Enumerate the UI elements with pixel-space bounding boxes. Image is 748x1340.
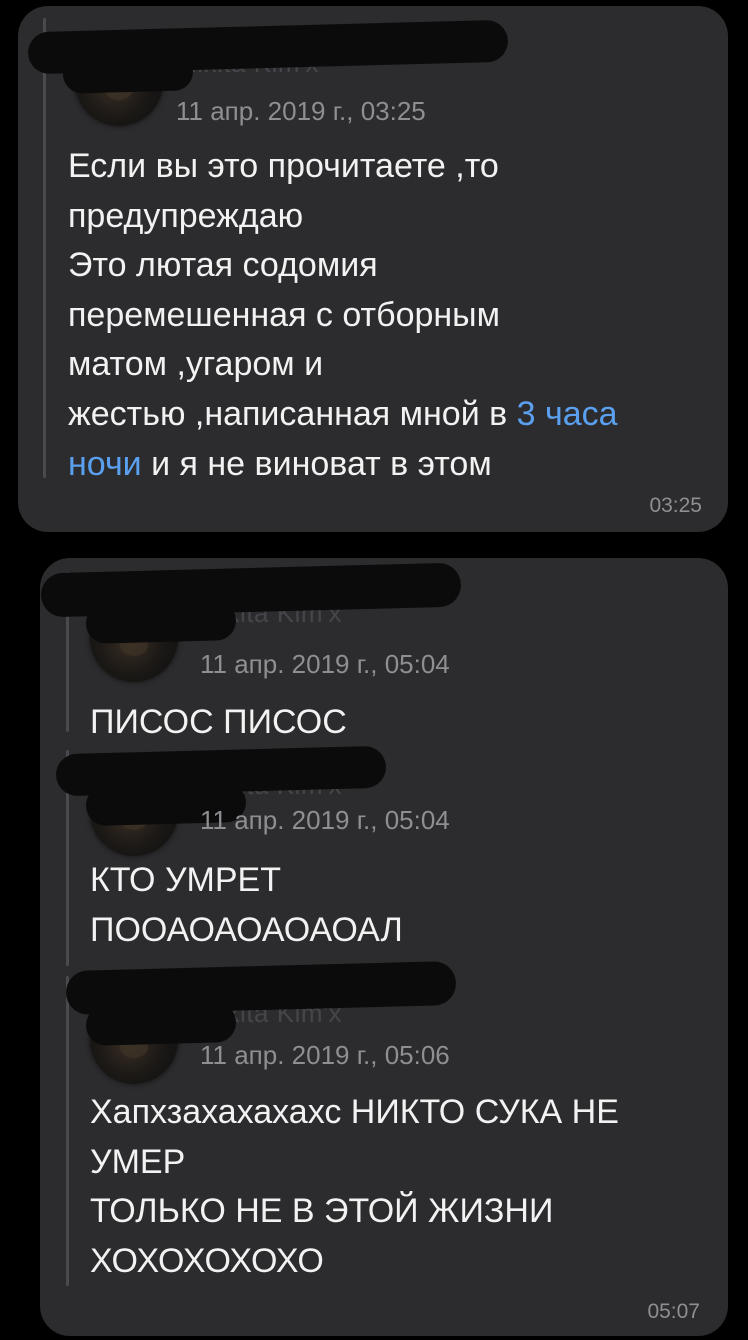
forward-date: 11 апр. 2019 г., 05:04: [200, 805, 450, 835]
forwarded-message[interactable]: Nikita Kim'x 11 апр. 2019 г., 05:06 Хапх…: [65, 960, 716, 1286]
forward-date: 11 апр. 2019 г., 05:06: [200, 1040, 450, 1070]
message-time: 03:25: [649, 494, 702, 517]
forward-indicator-line: [66, 976, 69, 1286]
message-bubble[interactable]: Nikita Kim'x 11 апр. 2019 г., 03:25 Если…: [18, 6, 728, 532]
redaction-mark: [62, 52, 194, 94]
redaction-mark: [85, 600, 237, 644]
message-text-part: Если вы это прочитаете ,то предупреждаю …: [68, 147, 508, 433]
forward-indicator-line: [43, 18, 46, 478]
message-text: Хапхзахахахахс НИКТО СУКА НЕ УМЕР ТОЛЬКО…: [90, 1093, 619, 1280]
forward-date: 11 апр. 2019 г., 05:04: [200, 649, 450, 679]
forwarded-message[interactable]: Nikita Kim'x 11 апр. 2019 г., 03:25 Если…: [27, 18, 713, 483]
message-text: Если вы это прочитаете ,то предупреждаю …: [68, 142, 718, 489]
message-text-part: и я не виноват в этом: [141, 444, 492, 483]
forward-date: 11 апр. 2019 г., 03:25: [176, 96, 426, 126]
time-link[interactable]: 3 часа: [517, 395, 618, 433]
forwarded-message[interactable]: Nikita Kim'x 11 апр. 2019 г., 05:04 КТО …: [55, 745, 716, 966]
message-text: КТО УМРЕТ ПООАОАОАОАОАЛ: [90, 861, 403, 949]
time-link[interactable]: ночи: [68, 445, 142, 483]
forwarded-message[interactable]: Nikita Kim'x 11 апр. 2019 г., 05:04 ПИСО…: [40, 562, 716, 741]
message-text: ПИСОС ПИСОС: [90, 703, 347, 741]
message-bubble[interactable]: Nikita Kim'x 11 апр. 2019 г., 05:04 ПИСО…: [40, 558, 728, 1336]
message-time: 05:07: [647, 1300, 700, 1323]
